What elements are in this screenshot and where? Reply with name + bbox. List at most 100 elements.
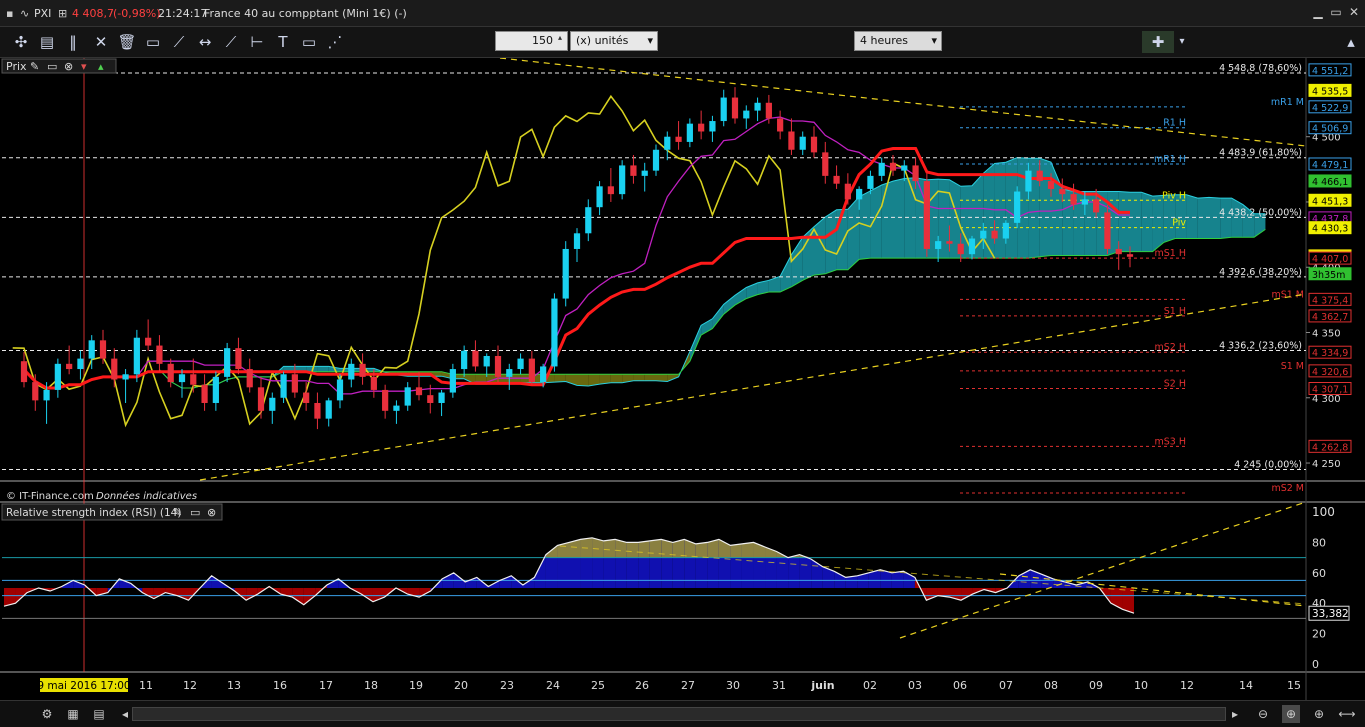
candle-body [1025,170,1032,192]
scroll-right-icon[interactable]: ▸ [1226,705,1244,723]
candle-body [99,340,107,359]
candle-body [269,397,276,411]
window-icon[interactable]: ▭ [47,60,57,73]
candle-body [630,165,637,176]
ichimoku-cloud-segment [1186,194,1198,239]
rsi-axis-tick: 80 [1312,536,1326,549]
candle-body [720,97,727,122]
x-axis-label: 23 [500,679,514,692]
minimize-icon[interactable]: ▁ [1310,4,1326,20]
close-panel-icon[interactable]: ⊗ [207,506,216,519]
fan-tool-icon[interactable]: ⋰ [324,31,346,53]
fit-icon[interactable]: ⟷ [1338,705,1356,723]
add-indicator-icon[interactable]: ✚ [1142,31,1174,53]
candle-body [427,395,434,403]
candle-body [991,230,998,239]
candle-body [799,136,806,150]
units-select[interactable]: (x) unités ▾ [570,31,658,51]
rsi-fill-high [891,571,904,588]
window-menu-icon[interactable]: ▪ [6,7,13,20]
candle-body [88,340,95,359]
price-tag-label: 4 320,6 [1312,367,1348,378]
measure-tool-icon[interactable]: ↔ [194,31,216,53]
trash-icon[interactable]: 🗑 [116,31,138,53]
candle-body [1093,199,1100,213]
trendline-tool-icon[interactable]: ⟋ [168,31,190,53]
candle-body [359,363,366,377]
close-icon[interactable]: ✕ [1346,4,1362,20]
candle-body [1047,181,1055,189]
label-tool-icon[interactable]: ▭ [298,31,320,53]
x-axis-label: 06 [953,679,967,692]
candle-body [641,170,648,176]
x-axis-label: 25 [591,679,605,692]
candle-body [901,165,908,171]
candle-body [1126,254,1134,257]
candle-body [178,374,186,383]
x-axis-label: 07 [999,679,1013,692]
close-panel-icon[interactable]: ⊗ [64,60,73,73]
candle-body [370,376,377,390]
spinner-icon[interactable]: ▴ [558,33,562,42]
candle-body [66,363,73,370]
x-axis-label: 14 [1239,679,1253,692]
candle-body [686,123,693,142]
price-tag-label: 4 466,1 [1312,177,1348,188]
scroll-up-icon[interactable]: ▴ [1340,31,1362,53]
candle-body [619,165,626,195]
down-arrow-icon[interactable]: ▾ [81,60,87,73]
zoom-in-icon[interactable]: ⊕ [1310,705,1328,723]
candle-body [291,374,298,393]
zoom-icon[interactable]: ⊕ [1282,705,1300,723]
candle-body [506,369,513,377]
zoom-out-icon[interactable]: ⊖ [1254,705,1272,723]
x-axis-label: 08 [1044,679,1058,692]
pointer-tool-icon[interactable]: ✣ [10,31,32,53]
tools-icon[interactable]: ✕ [90,31,112,53]
candle-body [235,348,242,370]
price-chart[interactable]: 4 548,8 (78,60%) 4 483,9 (61,80%) 4 438,2 … [0,58,1365,700]
x-axis-label: 16 [273,679,287,692]
rectangle-tool-icon[interactable]: ▭ [142,31,164,53]
window-symbol: PXI [34,7,52,20]
ichimoku-cloud-segment [633,374,645,381]
period-select[interactable]: 4 heures ▾ [854,31,942,51]
price-tag-label: 4 307,1 [1312,384,1348,395]
x-axis-label: 03 [908,679,922,692]
chevron-down-icon: ▾ [647,34,653,47]
layers-icon[interactable]: ▤ [90,705,108,723]
fibo-tool-icon[interactable]: ▤ [36,31,58,53]
x-axis-label: 24 [546,679,560,692]
palette-icon[interactable]: ▦ [64,705,82,723]
rsi-axis-tick: 100 [1312,505,1335,519]
fibo-vertical-icon[interactable]: ‖ [62,31,84,53]
hline-tool-icon[interactable]: ⊢ [246,31,268,53]
up-arrow-icon[interactable]: ▴ [98,60,104,73]
candle-body [743,110,750,119]
horizontal-scrollbar[interactable] [132,707,1226,721]
candle-body [1104,212,1111,249]
candle-body [314,402,321,419]
chevron-down-icon[interactable]: ▾ [1176,31,1188,53]
ichimoku-cloud-segment [317,366,329,372]
candle-body [1115,248,1122,255]
pivot-level-label: S1 H [1164,306,1186,317]
text-tool-icon[interactable]: T [272,31,294,53]
wrench-icon[interactable]: ✎ [30,60,39,73]
candle-body [224,348,231,377]
candle-body [111,358,118,380]
wrench-icon[interactable]: ✎ [173,506,182,519]
candle-body [393,405,400,411]
line-tool-icon[interactable]: ⟋ [220,31,242,53]
window-icon[interactable]: ▭ [190,506,200,519]
price-tag-label: 4 506,9 [1312,124,1348,135]
units-label: (x) unités [576,34,629,47]
price-tag-label: 4 334,9 [1312,348,1348,359]
maximize-icon[interactable]: ▭ [1328,4,1344,20]
link-icon[interactable]: ⊞ [58,7,67,20]
candle-body [844,183,851,200]
chevron-down-icon: ▾ [931,34,937,47]
price-tag-label: 4 522,9 [1312,103,1348,114]
settings-icon[interactable]: ⚙ [38,705,56,723]
x-axis-label: 12 [183,679,197,692]
